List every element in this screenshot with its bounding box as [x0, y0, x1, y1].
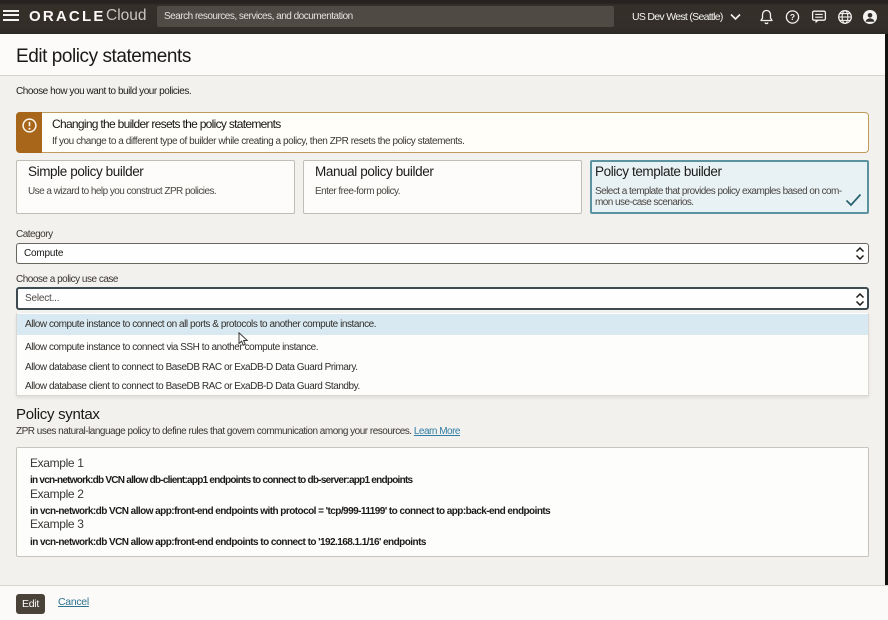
svg-text:?: ? — [790, 12, 795, 22]
